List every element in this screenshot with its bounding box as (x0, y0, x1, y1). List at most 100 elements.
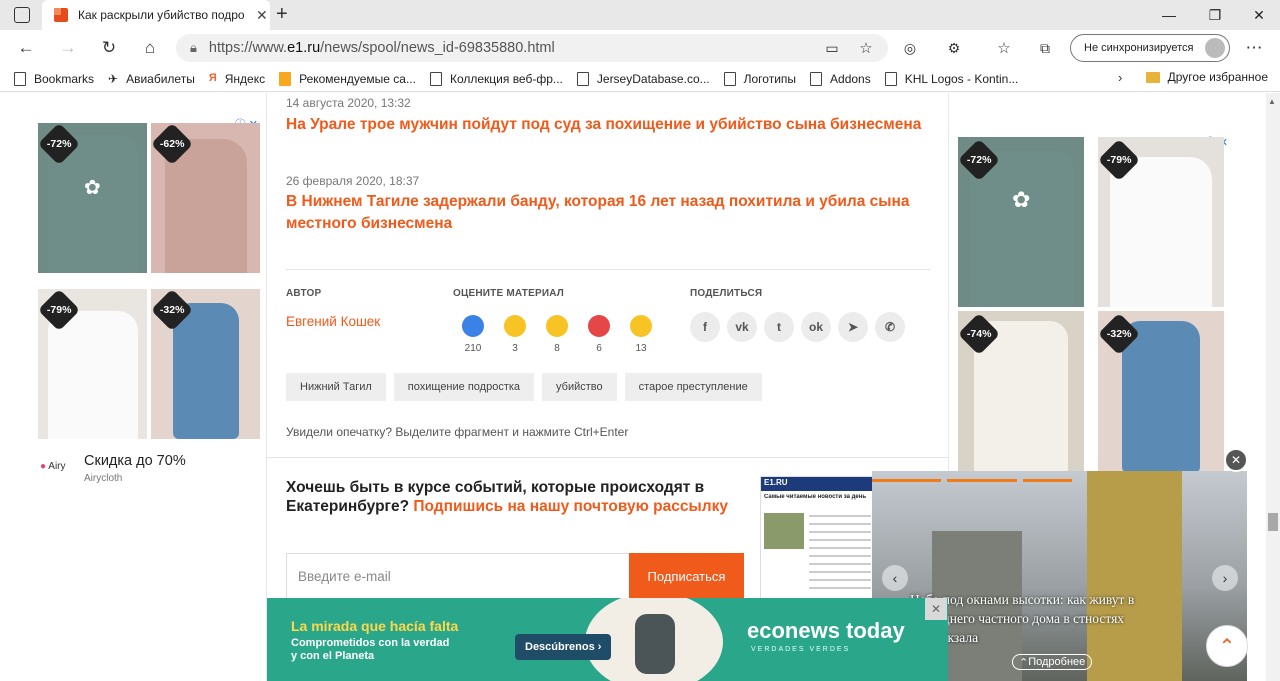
browser-tab[interactable]: Как раскрыли убийство подрос ✕ (42, 0, 270, 30)
bookmarks-overflow-icon[interactable]: › (1118, 70, 1122, 85)
url-prefix: https://www. (208, 40, 288, 56)
next-arrow-icon[interactable]: › (1212, 565, 1238, 591)
reaction-button[interactable]: 13 (628, 315, 654, 354)
tag[interactable]: старое преступление (624, 373, 762, 401)
home-icon[interactable]: ⌂ (136, 36, 164, 60)
ad-product-tile[interactable]: ✿ -72% (38, 123, 147, 273)
reaction-button[interactable]: 8 (544, 315, 570, 354)
ad-line1: La mirada que hacía falta (291, 618, 459, 634)
daisy-icon: ✿ (1012, 187, 1031, 212)
web-page: ⓘ ✕ ✿ -72% -62% -79% -32% ● Airy Скидка … (0, 93, 1266, 681)
author-name[interactable]: Евгений Кошек (286, 314, 380, 329)
more-menu-icon[interactable]: ⋯ (1240, 36, 1268, 60)
reaction-button[interactable]: 3 (502, 315, 528, 354)
facebook-icon[interactable]: f (690, 312, 720, 342)
twitter-icon[interactable]: t (764, 312, 794, 342)
reaction-count: 210 (464, 343, 482, 354)
ad-product-tile[interactable]: -79% (38, 289, 147, 439)
bookmark-item[interactable]: KHL Logos - Kontin... (884, 71, 1018, 86)
ad-product-tile[interactable]: -32% (151, 289, 260, 439)
reactions: 210 3 8 6 13 (460, 315, 660, 355)
bottom-ad-close-icon[interactable]: ✕ (925, 598, 947, 620)
email-input[interactable]: Введите e-mail (286, 553, 630, 599)
reaction-button[interactable]: 6 (586, 315, 612, 354)
ad-line2: Comprometidos con la verdad (291, 637, 450, 649)
favorites-icon[interactable]: ☆ (990, 36, 1018, 60)
bookmark-item[interactable]: ✈ Авиабилеты (108, 72, 195, 86)
scroll-top-button[interactable]: ⌃ (1206, 625, 1248, 667)
reaction-button[interactable]: 210 (460, 315, 486, 354)
forward-arrow-icon[interactable]: → (54, 36, 82, 60)
ad-brand-sub: VERDADES VERDES (751, 646, 851, 653)
thumb-heading: Самые читаемые новости за день (764, 494, 867, 500)
binoculars-shape (635, 614, 675, 674)
ad-cta-button[interactable]: Descúbrenos › (515, 634, 612, 660)
daisy-icon: ✿ (84, 177, 101, 199)
new-tab-button[interactable]: + (276, 3, 288, 26)
bookmark-item[interactable]: Коллекция веб-фр... (429, 71, 563, 86)
video-close-icon[interactable]: ✕ (1224, 448, 1248, 472)
scrollbar[interactable] (1266, 93, 1280, 681)
maximize-button[interactable]: ❐ (1192, 0, 1238, 30)
story-progress (872, 479, 1072, 482)
other-bookmarks[interactable]: Другое избранное (1145, 70, 1268, 84)
minimize-button[interactable]: — (1146, 0, 1192, 30)
prev-arrow-icon[interactable]: ‹ (882, 565, 908, 591)
scroll-up-arrow-icon[interactable]: ▲ (1268, 97, 1276, 106)
tab-actions-icon[interactable] (14, 7, 30, 23)
ad-line3: y con el Planeta (291, 650, 375, 662)
vk-icon[interactable]: vk (727, 312, 757, 342)
subscribe-button[interactable]: Подписаться (629, 553, 744, 599)
tag[interactable]: Нижний Тагил (286, 373, 386, 401)
thumb-image (764, 513, 804, 549)
scrollbar-thumb[interactable] (1268, 513, 1278, 531)
ad-product-tile[interactable]: ✿ -72% (958, 137, 1084, 307)
sync-button[interactable]: Не синхронизируется (1070, 34, 1230, 62)
collections-icon[interactable]: ⧉ (1031, 36, 1059, 60)
reader-view-icon[interactable]: ▭ (818, 36, 846, 60)
blue-dress-shape (173, 303, 239, 439)
extension-icon[interactable]: ◎ (896, 36, 924, 60)
whatsapp-icon[interactable]: ✆ (875, 312, 905, 342)
share-buttons: f vk t ok ➤ ✆ (690, 312, 920, 344)
close-window-button[interactable]: ✕ (1236, 0, 1280, 30)
related-link[interactable]: На Урале трое мужчин пойдут под суд за п… (286, 114, 926, 136)
ok-icon[interactable]: ok (801, 312, 831, 342)
ad-headline[interactable]: Скидка до 70% (84, 453, 186, 469)
bookmark-item[interactable]: Логотипы (723, 71, 796, 86)
left-ad[interactable]: ⓘ ✕ ✿ -72% -62% -79% -32% ● Airy Скидка … (38, 115, 260, 487)
sync-label: Не синхронизируется (1084, 42, 1194, 54)
bing-icon (279, 71, 292, 86)
puzzle-icon[interactable]: ⚙ (940, 36, 968, 60)
tag[interactable]: похищение подростка (393, 373, 535, 401)
ad-product-tile[interactable]: -79% (1098, 137, 1224, 307)
back-arrow-icon[interactable]: ← (12, 36, 40, 60)
related-date: 14 августа 2020, 13:32 (286, 96, 411, 110)
bookmark-item[interactable]: Рекомендуемые са... (279, 71, 416, 86)
sad-icon (630, 315, 652, 337)
address-bar[interactable]: 🔒︎ https://www. e1.ru/news/spool/news_id-… (176, 34, 888, 62)
ad-product-tile[interactable]: -62% (151, 123, 260, 273)
bookmark-item[interactable]: JerseyDatabase.co... (576, 71, 710, 86)
ad-product-tile[interactable]: -32% (1098, 311, 1224, 473)
typo-hint: Увидели опечатку? Выделите фрагмент и на… (286, 425, 629, 439)
right-ad[interactable]: ⓘ ✕ ✿ -72% -79% -74% -32% (954, 133, 1230, 473)
refresh-icon[interactable]: ↻ (95, 36, 123, 60)
tab-title: Как раскрыли убийство подрос (78, 8, 244, 22)
tab-close-icon[interactable]: ✕ (256, 7, 268, 24)
telegram-icon[interactable]: ➤ (838, 312, 868, 342)
related-link[interactable]: В Нижнем Тагиле задержали банду, которая… (286, 191, 926, 235)
bottom-ad[interactable]: La mirada que hacía falta Comprometidos … (267, 598, 948, 681)
newsletter-heading: Хочешь быть в курсе событий, которые про… (286, 478, 746, 516)
news-thumbnail[interactable]: E1.RU Самые читаемые новости за день (760, 476, 875, 601)
bookmark-item[interactable]: Я Яндекс (209, 72, 265, 86)
bookmark-item[interactable]: Bookmarks (14, 71, 94, 86)
ad-product-tile[interactable]: -74% (958, 311, 1084, 473)
add-favorite-icon[interactable]: ☆ (852, 36, 880, 60)
ad-brand: econews today (747, 618, 905, 643)
more-button[interactable]: ⌃ Подробнее (1012, 654, 1093, 670)
tag[interactable]: убийство (542, 373, 617, 401)
newsletter-link[interactable]: Подпишись на нашу почтовую рассылку (413, 498, 728, 515)
avatar (1205, 38, 1225, 58)
bookmark-item[interactable]: Addons (810, 71, 871, 86)
